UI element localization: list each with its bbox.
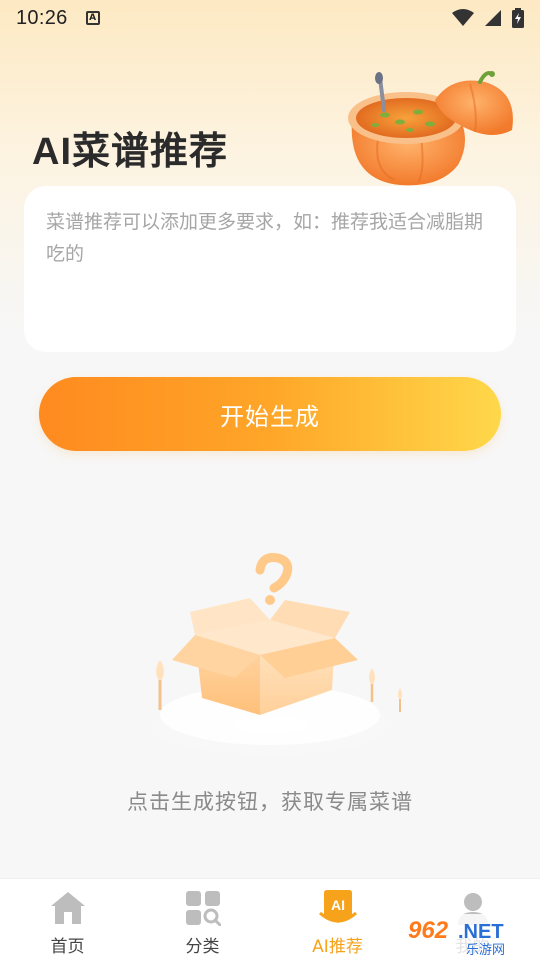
tab-category[interactable]: 分类 <box>135 879 270 960</box>
tab-home-label: 首页 <box>50 937 85 957</box>
empty-state-text: 点击生成按钮，获取专属菜谱 <box>127 790 413 814</box>
ai-icon: AI <box>318 888 358 928</box>
tab-ai-recommend[interactable]: AI AI推荐 <box>270 879 405 960</box>
wifi-icon <box>452 9 474 26</box>
empty-box-illustration <box>115 553 425 760</box>
battery-icon <box>512 8 524 28</box>
signal-icon <box>485 10 501 26</box>
svg-text:.NET: .NET <box>458 921 504 943</box>
accessibility-notification-icon: A <box>85 11 100 25</box>
svg-text:962: 962 <box>408 917 449 944</box>
tab-category-label: 分类 <box>185 937 220 957</box>
requirement-input-card <box>24 186 516 352</box>
svg-text:AI: AI <box>331 897 345 913</box>
page-title: AI菜谱推荐 <box>32 131 229 173</box>
status-time: 10:26 <box>16 6 68 29</box>
tab-home[interactable]: 首页 <box>0 879 135 960</box>
tab-ai-recommend-label: AI推荐 <box>312 937 363 957</box>
pumpkin-soup-illustration <box>348 71 513 186</box>
requirement-input[interactable] <box>46 206 494 332</box>
home-icon <box>48 888 88 928</box>
svg-text:乐游网: 乐游网 <box>466 943 505 958</box>
generate-button[interactable]: 开始生成 <box>39 377 501 451</box>
site-watermark-logo: 962 .NET 乐游网 <box>402 914 538 958</box>
status-bar: 10:26 A <box>0 0 540 36</box>
category-icon <box>183 888 223 928</box>
